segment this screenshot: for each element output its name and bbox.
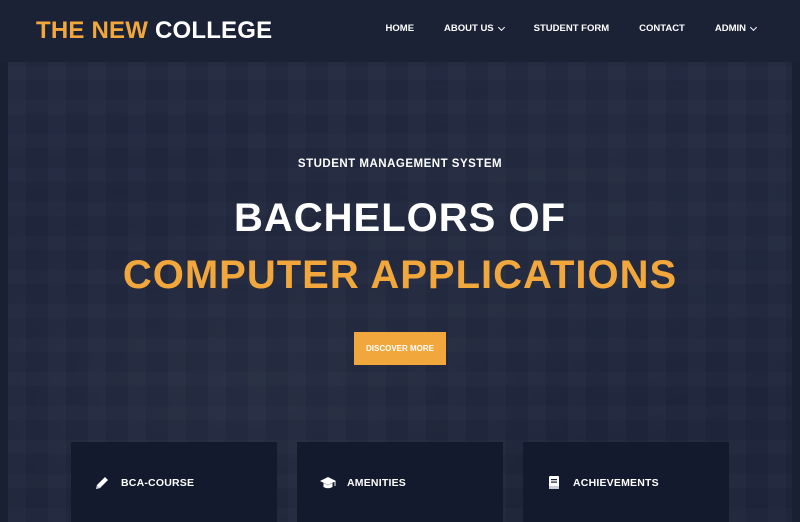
card-label: AMENITIES: [347, 477, 406, 489]
nav-item-home[interactable]: HOME: [386, 23, 415, 34]
main-nav: HOME ABOUT US STUDENT FORM CONTACT ADMIN: [356, 23, 758, 34]
card-label: ACHIEVEMENTS: [573, 477, 659, 489]
nav-item-label: STUDENT FORM: [533, 23, 610, 34]
card-bca-course[interactable]: BCA-COURSE: [71, 442, 277, 522]
nav-item-student-form[interactable]: STUDENT FORM: [534, 23, 609, 34]
hero-title-line-2: COMPUTER APPLICATIONS: [122, 253, 678, 297]
card-label: BCA-COURSE: [121, 477, 195, 489]
chevron-down-icon: [749, 23, 758, 31]
discover-more-button[interactable]: DISCOVER MORE: [354, 332, 446, 365]
site-header: THE NEW COLLEGE HOME ABOUT US STUDENT FO…: [0, 0, 800, 62]
hero-subtitle: STUDENT MANAGEMENT SYSTEM: [297, 158, 503, 170]
pencil-icon: [96, 477, 108, 489]
card-amenities[interactable]: AMENITIES: [297, 442, 503, 522]
site-logo[interactable]: THE NEW COLLEGE: [36, 16, 272, 46]
graduation-cap-icon: [320, 477, 336, 489]
hero-title-line-1: BACHELORS OF: [234, 196, 566, 240]
nav-item-label: ABOUT US: [444, 23, 494, 34]
card-achievements[interactable]: ACHIEVEMENTS: [523, 442, 729, 522]
nav-item-label: HOME: [385, 23, 415, 34]
book-icon: [549, 476, 559, 489]
logo-plain-text: COLLEGE: [154, 17, 273, 44]
chevron-down-icon: [497, 23, 505, 31]
logo-accent-text: THE NEW: [36, 17, 149, 44]
nav-item-about-us[interactable]: ABOUT US: [444, 23, 505, 34]
nav-item-contact[interactable]: CONTACT: [639, 23, 685, 34]
nav-item-admin[interactable]: ADMIN: [714, 23, 758, 34]
nav-item-label: ADMIN: [714, 23, 746, 34]
nav-item-label: CONTACT: [639, 23, 685, 34]
